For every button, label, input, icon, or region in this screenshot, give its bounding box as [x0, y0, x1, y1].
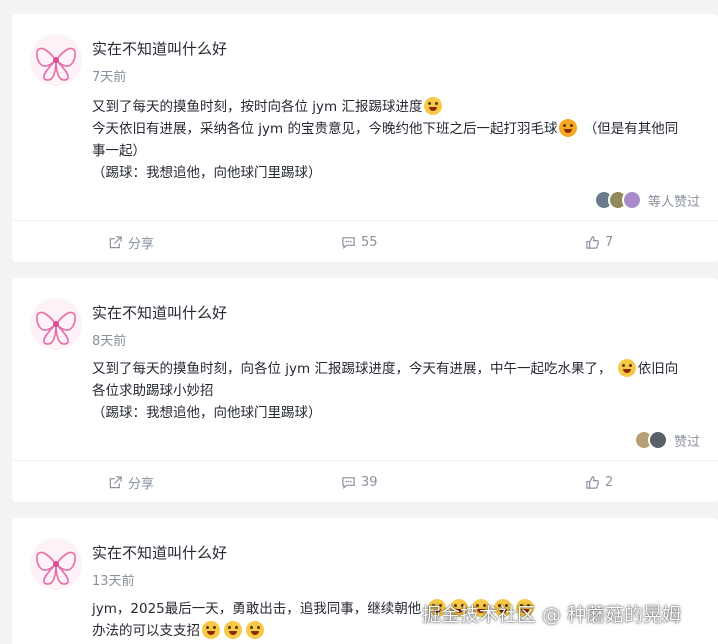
comment-icon	[342, 237, 355, 249]
post-content: 又到了每天的摸鱼时刻，按时向各位 jym 汇报踢球进度 今天依旧有进展，采纳各位…	[92, 96, 694, 184]
comment-icon	[342, 477, 355, 489]
thumbs-up-icon	[586, 476, 599, 489]
avatar[interactable]	[30, 34, 82, 86]
liker-avatar	[647, 430, 668, 450]
liked-by[interactable]: 赞过	[633, 430, 700, 450]
smile-emoji-icon	[424, 97, 443, 115]
post-card-1: 实在不知道叫什么好 7天前 又到了每天的摸鱼时刻，按时向各位 jym 汇报踢球进…	[12, 14, 718, 262]
likes-label: 赞过	[673, 434, 700, 450]
comment-button[interactable]: 55	[241, 221, 474, 264]
post-time: 8天前	[92, 334, 127, 349]
clap-emoji-icon	[224, 621, 242, 639]
likes-label: 等人赞过	[647, 194, 700, 210]
action-bar: 分享 39 2	[12, 460, 718, 504]
comment-button[interactable]: 39	[241, 461, 474, 504]
content-line: 办法的可以支支招	[92, 623, 200, 639]
liker-avatar	[621, 190, 642, 210]
comment-count: 55	[361, 235, 378, 250]
content-line: 依旧向	[637, 361, 679, 377]
comment-count: 39	[361, 475, 378, 490]
content-line: （踢球：我想追他，向他球门里踢球）	[92, 165, 322, 181]
like-count: 2	[605, 475, 614, 490]
content-line: 事一起）	[92, 143, 146, 159]
laugh-emoji-icon	[559, 119, 578, 137]
author-name[interactable]: 实在不知道叫什么好	[92, 542, 227, 563]
clap-emoji-icon	[246, 621, 264, 639]
share-button[interactable]: 分享	[12, 221, 241, 264]
like-count: 7	[605, 235, 614, 250]
content-line: 又到了每天的摸鱼时刻，向各位 jym 汇报踢球进度，今天有进展，中午一起吃水果了…	[92, 361, 612, 377]
avatar[interactable]	[30, 298, 82, 350]
content-line: （踢球：我想追他，向他球门里踢球）	[92, 405, 322, 421]
content-line: 各位求助踢球小妙招	[92, 383, 214, 399]
post-card-2: 实在不知道叫什么好 8天前 又到了每天的摸鱼时刻，向各位 jym 汇报踢球进度，…	[12, 278, 718, 502]
post-content: 又到了每天的摸鱼时刻，向各位 jym 汇报踢球进度，今天有进展，中午一起吃水果了…	[92, 358, 694, 424]
post-time: 7天前	[92, 70, 127, 85]
share-button[interactable]: 分享	[12, 461, 241, 504]
like-button[interactable]: 2	[474, 461, 718, 504]
thumbs-up-icon	[586, 236, 599, 249]
content-line: （但是有其他同	[583, 121, 679, 137]
like-button[interactable]: 7	[474, 221, 718, 264]
author-name[interactable]: 实在不知道叫什么好	[92, 38, 227, 59]
post-time: 13天前	[92, 574, 135, 589]
watermark: 掘金技术社区 @ 种蘑菇的晃姆	[422, 604, 682, 626]
action-bar: 分享 55 7	[12, 220, 718, 264]
author-name[interactable]: 实在不知道叫什么好	[92, 302, 227, 323]
share-icon	[109, 236, 122, 249]
share-label: 分享	[128, 477, 155, 492]
share-icon	[109, 476, 122, 489]
liked-by[interactable]: 等人赞过	[593, 190, 700, 210]
share-label: 分享	[128, 237, 155, 252]
smile-emoji-icon	[617, 359, 636, 377]
content-line: 又到了每天的摸鱼时刻，按时向各位 jym 汇报踢球进度	[92, 99, 423, 115]
content-line: jym，2025最后一天，勇敢出击，追我同事，继续朝他	[92, 601, 422, 617]
content-line: 今天依旧有进展，采纳各位 jym 的宝贵意见，今晚约他下班之后一起打羽毛球	[92, 121, 558, 137]
clap-emoji-icon	[202, 621, 220, 639]
avatar[interactable]	[30, 538, 82, 590]
